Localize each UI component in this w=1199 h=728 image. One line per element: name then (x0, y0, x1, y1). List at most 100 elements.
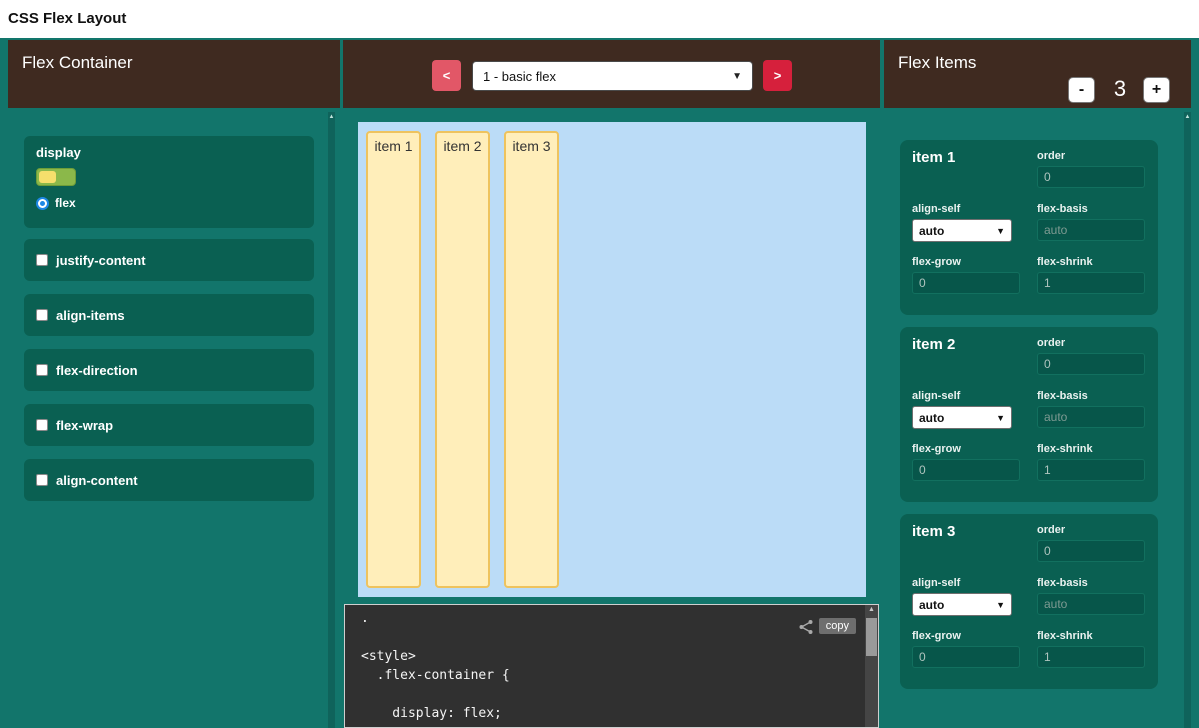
code-panel: . <style> .flex-container { display: fle… (344, 604, 879, 728)
item-name: item 1 (912, 149, 955, 166)
option-justify-content: justify-content (24, 239, 314, 281)
flex-basis-input[interactable] (1037, 593, 1145, 615)
flex-radio-label: flex (55, 196, 76, 210)
flex-grow-input[interactable] (912, 459, 1020, 481)
chevron-down-icon: ▼ (732, 71, 742, 82)
order-label: order (1037, 337, 1149, 349)
example-select-value: 1 - basic flex (483, 69, 556, 84)
code-scrollbar-thumb[interactable] (866, 618, 877, 656)
copy-button[interactable]: copy (819, 618, 856, 634)
flex-grow-label: flex-grow (912, 630, 1024, 642)
flex-shrink-field: flex-shrink (1037, 256, 1149, 294)
flex-container-title: Flex Container (22, 53, 133, 73)
chevron-down-icon: ▼ (996, 226, 1005, 236)
flex-basis-label: flex-basis (1037, 390, 1149, 402)
flex-wrap-checkbox[interactable] (36, 419, 48, 431)
order-input[interactable] (1037, 353, 1145, 375)
align-self-field: align-self auto ▼ (912, 203, 1024, 242)
flex-shrink-field: flex-shrink (1037, 630, 1149, 668)
flex-basis-input[interactable] (1037, 219, 1145, 241)
flex-shrink-input[interactable] (1037, 459, 1145, 481)
item-2-card: item 2 order align-self auto ▼ flex-basi… (900, 327, 1158, 502)
align-self-label: align-self (912, 203, 1024, 215)
chevron-down-icon: ▼ (996, 413, 1005, 423)
toggle-knob-icon (39, 171, 56, 183)
scroll-up-icon[interactable]: ▲ (328, 114, 335, 120)
item-name: item 2 (912, 336, 955, 353)
radio-dot-icon (40, 201, 45, 206)
page-title: CSS Flex Layout (8, 10, 126, 27)
align-self-value: auto (919, 598, 944, 612)
next-example-button[interactable]: > (763, 60, 792, 91)
flex-radio[interactable] (36, 197, 49, 210)
option-flex-direction: flex-direction (24, 349, 314, 391)
order-input[interactable] (1037, 166, 1145, 188)
order-label: order (1037, 524, 1149, 536)
left-panel-scrollbar[interactable]: ▲ (328, 112, 335, 728)
item-3-card: item 3 order align-self auto ▼ flex-basi… (900, 514, 1158, 689)
share-icon[interactable] (798, 619, 814, 635)
display-toggle[interactable] (36, 168, 76, 186)
flex-basis-input[interactable] (1037, 406, 1145, 428)
order-field: order (1037, 150, 1149, 188)
flex-shrink-label: flex-shrink (1037, 256, 1149, 268)
flex-items-title: Flex Items (898, 53, 976, 73)
code-content: . <style> .flex-container { display: fle… (361, 609, 510, 723)
chevron-down-icon: ▼ (996, 600, 1005, 610)
flex-basis-label: flex-basis (1037, 577, 1149, 589)
page-header: CSS Flex Layout (0, 0, 1199, 38)
align-self-label: align-self (912, 390, 1024, 402)
option-flex-wrap: flex-wrap (24, 404, 314, 446)
flex-grow-input[interactable] (912, 646, 1020, 668)
option-label: flex-direction (56, 363, 138, 378)
remove-item-button[interactable]: - (1068, 77, 1095, 103)
flex-grow-label: flex-grow (912, 256, 1024, 268)
flex-shrink-input[interactable] (1037, 646, 1145, 668)
option-label: justify-content (56, 253, 146, 268)
align-items-checkbox[interactable] (36, 309, 48, 321)
justify-content-checkbox[interactable] (36, 254, 48, 266)
flex-shrink-input[interactable] (1037, 272, 1145, 294)
item-name: item 3 (912, 523, 955, 540)
right-panel-scrollbar[interactable]: ▲ (1184, 112, 1191, 728)
flex-basis-field: flex-basis (1037, 390, 1149, 428)
option-label: align-content (56, 473, 138, 488)
flex-container-header: Flex Container (8, 40, 340, 108)
preview-item: item 2 (435, 131, 490, 588)
item-count: 3 (1102, 76, 1138, 102)
flex-grow-field: flex-grow (912, 630, 1024, 668)
display-label: display (36, 145, 81, 160)
align-content-checkbox[interactable] (36, 474, 48, 486)
item-1-card: item 1 order align-self auto ▼ flex-basi… (900, 140, 1158, 315)
option-label: flex-wrap (56, 418, 113, 433)
preview-item: item 3 (504, 131, 559, 588)
app-root: CSS Flex Layout Flex Container display f… (0, 0, 1199, 728)
option-align-content: align-content (24, 459, 314, 501)
flex-basis-field: flex-basis (1037, 203, 1149, 241)
example-select[interactable]: 1 - basic flex ▼ (472, 61, 753, 91)
align-self-value: auto (919, 411, 944, 425)
order-field: order (1037, 337, 1149, 375)
flex-items-header: Flex Items - 3 + (884, 40, 1191, 108)
flex-direction-checkbox[interactable] (36, 364, 48, 376)
code-scrollbar[interactable]: ▲ (865, 605, 878, 727)
align-self-select[interactable]: auto ▼ (912, 593, 1012, 616)
align-self-select[interactable]: auto ▼ (912, 219, 1012, 242)
scroll-up-icon[interactable]: ▲ (1184, 114, 1191, 120)
flex-grow-field: flex-grow (912, 256, 1024, 294)
scroll-up-icon[interactable]: ▲ (865, 606, 878, 613)
display-card: display flex (24, 136, 314, 228)
prev-example-button[interactable]: < (432, 60, 461, 91)
example-nav-header: < 1 - basic flex ▼ > (343, 40, 880, 108)
order-input[interactable] (1037, 540, 1145, 562)
add-item-button[interactable]: + (1143, 77, 1170, 103)
display-flex-radio-row: flex (36, 196, 76, 210)
flex-basis-label: flex-basis (1037, 203, 1149, 215)
align-self-select[interactable]: auto ▼ (912, 406, 1012, 429)
order-field: order (1037, 524, 1149, 562)
option-align-items: align-items (24, 294, 314, 336)
align-self-field: align-self auto ▼ (912, 390, 1024, 429)
flex-grow-label: flex-grow (912, 443, 1024, 455)
flex-grow-input[interactable] (912, 272, 1020, 294)
flex-basis-field: flex-basis (1037, 577, 1149, 615)
